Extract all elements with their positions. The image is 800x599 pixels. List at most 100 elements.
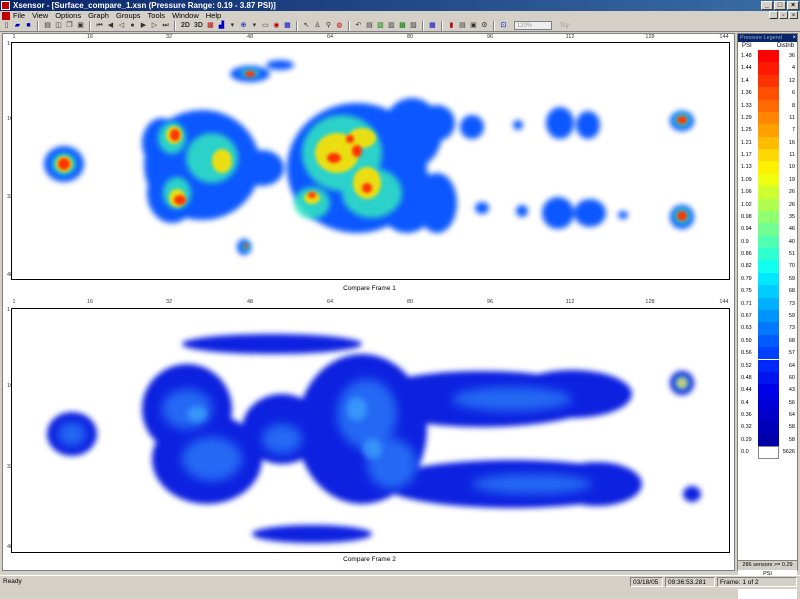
table-icon[interactable]: ▦ (283, 21, 292, 30)
select-icon[interactable]: ▧ (376, 21, 385, 30)
snapshot-icon[interactable]: ▭ (261, 21, 270, 30)
pressure-map-frame-1[interactable] (11, 42, 730, 280)
mdi-restore-button[interactable]: ▫ (779, 11, 788, 19)
legend-swatch[interactable] (758, 384, 779, 397)
legend-psi: 0.75 (741, 288, 752, 295)
legend-swatch[interactable] (758, 124, 779, 137)
legend-swatch[interactable] (758, 87, 779, 100)
last-frame-icon[interactable]: ⏭ (161, 21, 170, 30)
legend-swatch[interactable] (758, 235, 779, 249)
legend-count: 51 (788, 251, 795, 258)
pressure-heatmap-1 (44, 60, 694, 255)
view-3d-button[interactable]: 3D (193, 21, 204, 30)
legend-count: 57 (788, 350, 795, 357)
print-icon[interactable]: ▤ (43, 21, 52, 30)
undo-icon[interactable]: ↶ (354, 21, 363, 30)
legend-swatch[interactable] (758, 334, 779, 348)
legend-swatch[interactable] (758, 99, 779, 112)
legend-swatch[interactable] (758, 446, 779, 459)
legend-swatch[interactable] (758, 433, 779, 447)
play-icon[interactable]: ▶ (139, 21, 148, 30)
filter-icon[interactable]: ⚲ (324, 21, 333, 30)
legend-swatch[interactable] (758, 322, 779, 335)
zoom-combo[interactable]: 120% (513, 21, 552, 30)
app-icon[interactable] (1, 1, 10, 10)
graph-dropdown-icon[interactable]: ▾ (228, 21, 237, 30)
legend-swatch[interactable] (758, 272, 779, 286)
legend-swatch[interactable] (758, 396, 779, 409)
gamepad-dropdown-icon[interactable]: ▾ (250, 21, 259, 30)
stats-icon[interactable]: ▤ (458, 21, 467, 30)
legend-swatch[interactable] (758, 223, 779, 236)
legend-swatch[interactable] (758, 210, 779, 224)
legend-swatch[interactable] (758, 111, 779, 125)
save-icon[interactable]: ■ (24, 21, 33, 30)
graph-icon[interactable]: ▟ (217, 21, 226, 30)
legend-count: 16 (788, 139, 795, 146)
legend-swatch[interactable] (758, 136, 779, 150)
menu-options[interactable]: Options (55, 11, 81, 20)
menu-help[interactable]: Help (206, 11, 221, 20)
legend-swatch[interactable] (758, 260, 779, 273)
legend-swatch[interactable] (758, 186, 779, 199)
legend-swatch[interactable] (758, 421, 779, 434)
pressure-map-frame-2[interactable] (11, 308, 730, 553)
export-icon[interactable]: ▣ (469, 21, 478, 30)
first-frame-icon[interactable]: ⏮ (95, 21, 104, 30)
menu-graph[interactable]: Graph (88, 11, 109, 20)
open-folder-icon[interactable]: ▰ (13, 21, 22, 30)
box-icon[interactable]: ▩ (398, 21, 407, 30)
menu-view[interactable]: View (32, 11, 48, 20)
view-2d-button[interactable]: 2D (180, 21, 191, 30)
legend-swatch[interactable] (758, 359, 779, 372)
legend-close-icon[interactable]: × (792, 34, 796, 42)
legend-icon[interactable]: ▮ (447, 21, 456, 30)
step-back-icon[interactable]: ◁ (117, 21, 126, 30)
legend-psi: 0.63 (741, 325, 752, 332)
menu-tools[interactable]: Tools (148, 11, 166, 20)
new-file-icon[interactable]: ▯ (2, 21, 11, 30)
region-icon[interactable]: ▤ (365, 21, 374, 30)
person-icon[interactable]: ♙ (313, 21, 322, 30)
legend-swatch[interactable] (758, 248, 779, 261)
maximize-button[interactable]: □ (774, 1, 786, 10)
menu-file[interactable]: File (13, 11, 25, 20)
legend-swatch[interactable] (758, 149, 779, 162)
copy-icon[interactable]: ❐ (65, 21, 74, 30)
gamepad-icon[interactable]: ⊕ (239, 21, 248, 30)
settings-icon[interactable]: ⚙ (480, 21, 489, 30)
legend-swatch[interactable] (758, 173, 779, 187)
record-icon[interactable]: ◍ (335, 21, 344, 30)
palette-icon[interactable]: ▦ (206, 21, 215, 30)
stop-icon[interactable]: ● (128, 21, 137, 30)
previous-frame-icon[interactable]: ◀ (106, 21, 115, 30)
legend-swatch[interactable] (758, 309, 779, 323)
close-button[interactable]: × (787, 1, 799, 10)
paste-icon[interactable]: ▣ (76, 21, 85, 30)
legend-swatch[interactable] (758, 50, 779, 63)
legend-swatch[interactable] (758, 371, 779, 385)
menu-groups[interactable]: Groups (116, 11, 141, 20)
legend-swatch[interactable] (758, 74, 779, 88)
split-icon[interactable]: ▨ (409, 21, 418, 30)
pointer-icon[interactable]: ↖ (302, 21, 311, 30)
step-forward-icon[interactable]: ▷ (150, 21, 159, 30)
legend-swatch[interactable] (758, 297, 779, 310)
calculator-icon[interactable]: ▦ (428, 21, 437, 30)
legend-swatch[interactable] (758, 198, 779, 211)
zoom-icon[interactable]: ⊡ (499, 21, 508, 30)
legend-swatch[interactable] (758, 285, 779, 298)
legend-swatch[interactable] (758, 161, 779, 174)
measure-icon[interactable]: ▥ (387, 21, 396, 30)
legend-row: 1.25 7 (738, 124, 797, 137)
print-preview-icon[interactable]: ◫ (54, 21, 63, 30)
mdi-minimize-button[interactable]: _ (769, 11, 778, 19)
mdi-close-button[interactable]: × (789, 11, 798, 19)
legend-swatch[interactable] (758, 62, 779, 75)
menu-window[interactable]: Window (172, 11, 199, 20)
legend-swatch[interactable] (758, 409, 779, 422)
document-icon[interactable] (2, 11, 10, 20)
minimize-button[interactable]: _ (761, 1, 773, 10)
legend-swatch[interactable] (758, 347, 779, 360)
marker-icon[interactable]: ◉ (272, 21, 281, 30)
